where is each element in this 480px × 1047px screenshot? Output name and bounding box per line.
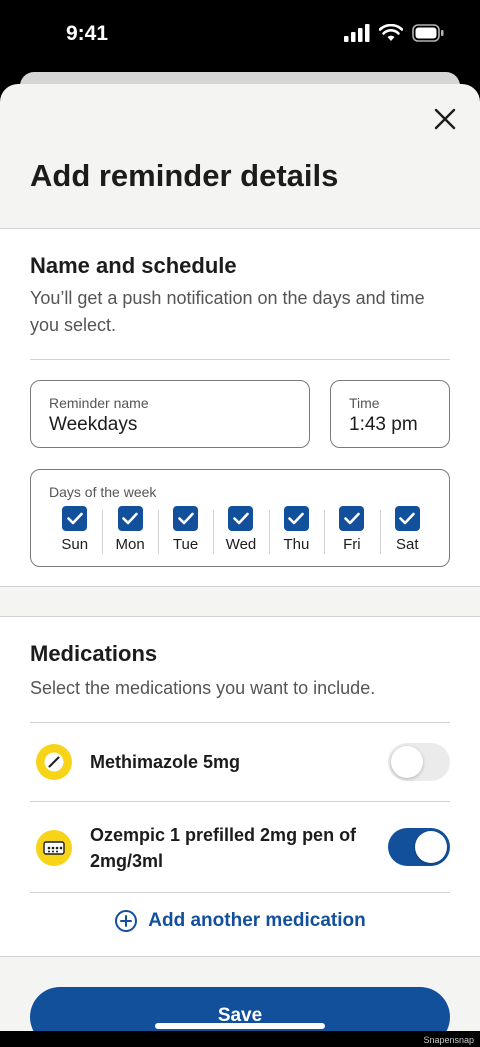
checkbox-checked-icon[interactable]: [117, 506, 143, 531]
time-value: 1:43 pm: [349, 414, 418, 435]
medication-toggle[interactable]: [388, 828, 450, 866]
day-fri[interactable]: Fri: [324, 506, 379, 558]
reminder-sheet: Add reminder details Name and schedule Y…: [0, 84, 480, 1031]
medications-heading: Medications: [30, 641, 158, 666]
day-thu[interactable]: Thu: [268, 506, 324, 558]
day-label: Sat: [395, 536, 419, 553]
close-button[interactable]: [430, 104, 460, 134]
add-circle-icon: [115, 910, 138, 932]
pen-injector-icon: [36, 830, 72, 866]
medication-row: Methimazole 5mg: [30, 723, 450, 801]
checkbox-checked-icon[interactable]: [228, 506, 254, 531]
medication-toggle[interactable]: [388, 743, 450, 781]
schedule-section: Name and schedule You’ll get a push noti…: [0, 228, 480, 587]
day-label: Tue: [172, 536, 199, 553]
medication-name: Ozempic 1 prefilled 2mg pen of 2mg/3ml: [90, 825, 357, 871]
time-label: Time: [349, 395, 380, 411]
schedule-heading: Name and schedule: [30, 253, 237, 278]
toggle-knob: [391, 746, 423, 778]
day-label: Mon: [115, 536, 145, 553]
day-sun[interactable]: Sun: [47, 506, 102, 558]
time-field[interactable]: Time 1:43 pm: [330, 380, 450, 448]
days-label: Days of the week: [49, 484, 157, 500]
medication-name: Methimazole 5mg: [90, 752, 241, 772]
sheet-title: Add reminder details: [30, 158, 339, 193]
status-bar: 9:41: [0, 0, 480, 72]
day-label: Thu: [283, 536, 310, 553]
day-tue[interactable]: Tue: [157, 506, 213, 558]
day-sat[interactable]: Sat: [379, 506, 435, 558]
medication-divider: [30, 892, 450, 893]
close-icon: [434, 108, 456, 130]
signal-icon: [344, 24, 370, 42]
day-label: Wed: [225, 536, 257, 553]
pill-icon: [36, 744, 72, 780]
battery-icon: [412, 24, 444, 42]
checkbox-checked-icon[interactable]: [173, 506, 199, 531]
status-icons: [344, 24, 444, 42]
day-label: Sun: [61, 536, 89, 553]
toggle-knob: [415, 831, 447, 863]
reminder-name-value: Weekdays: [49, 414, 138, 435]
checkbox-checked-icon[interactable]: [62, 506, 88, 531]
checkbox-checked-icon[interactable]: [394, 506, 420, 531]
day-wed[interactable]: Wed: [213, 506, 268, 558]
days-row: Sun Mon Tue Wed Thu Fri Sat: [47, 506, 435, 558]
schedule-description: You’ll get a push notification on the da…: [30, 288, 425, 335]
day-mon[interactable]: Mon: [102, 506, 157, 558]
checkbox-checked-icon[interactable]: [339, 506, 365, 531]
schedule-divider: [30, 359, 450, 360]
medication-row: Ozempic 1 prefilled 2mg pen of 2mg/3ml: [30, 802, 450, 892]
reminder-name-field[interactable]: Reminder name Weekdays: [30, 380, 310, 448]
days-of-week-group: Days of the week Sun Mon Tue Wed Thu Fri…: [30, 469, 450, 567]
day-label: Fri: [343, 536, 361, 553]
checkbox-checked-icon[interactable]: [283, 506, 309, 531]
watermark: Snapensnap: [423, 1035, 474, 1045]
wifi-icon: [379, 24, 403, 41]
home-indicator[interactable]: [155, 1023, 325, 1029]
add-medication-label: Add another medication: [148, 910, 366, 931]
home-bar-area: [0, 1031, 480, 1047]
medications-section: Medications Select the medications you w…: [0, 616, 480, 957]
add-medication-button[interactable]: Add another medication: [0, 909, 480, 933]
status-time: 9:41: [66, 22, 109, 45]
reminder-name-label: Reminder name: [49, 395, 149, 411]
medications-description: Select the medications you want to inclu…: [30, 678, 376, 698]
